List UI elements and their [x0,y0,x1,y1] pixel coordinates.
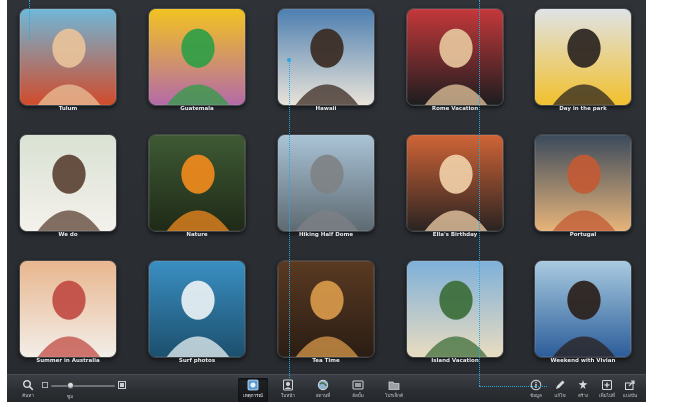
event-tile[interactable]: Hawaii [277,0,375,112]
zoom-slider-track[interactable] [51,385,115,387]
event-thumbnail[interactable] [406,134,504,232]
callout-line-events [289,60,290,378]
event-thumbnail[interactable] [19,260,117,358]
places-icon [317,379,329,391]
callout-line-search [29,0,30,40]
events-grid: Tulum Guatemala Hawaii Rome Vacation Day in … [7,0,646,372]
albums-icon [352,380,364,390]
callout-line-right [479,0,480,386]
event-title: Hiking Half Dome [298,232,354,238]
toolbar-label: เหตุการณ์ [243,394,263,399]
zoom-large-icon [118,381,126,389]
event-tile[interactable]: Guatemala [148,0,246,112]
faces-icon [283,379,293,391]
event-tile[interactable]: Nature [148,126,246,238]
callout-dot-events [287,58,291,62]
zoom-label: ซูม [67,395,74,400]
event-tile[interactable]: Portugal [534,126,632,238]
event-title: Weekend with Vivian [550,358,616,364]
event-title: Island Vacation [431,358,479,364]
event-tile[interactable]: Surf photos [148,252,246,364]
event-title: Rome Vacation [431,106,479,112]
event-title: Tea Time [312,358,340,364]
event-thumbnail[interactable] [148,8,246,106]
toolbar-share-button[interactable]: แบ่งปัน [615,378,645,402]
event-thumbnail[interactable] [277,134,375,232]
add-to-icon [602,380,612,390]
event-tile[interactable]: Summer in Australia [19,252,117,364]
event-tile[interactable]: Ella's Birthday [406,126,504,238]
toolbar-projects-button[interactable]: โปรเจ็กต์ [379,378,409,402]
toolbar-events-button[interactable]: เหตุการณ์ [238,378,268,402]
event-thumbnail[interactable] [19,8,117,106]
toolbar-label: อัลบั้ม [352,394,364,399]
event-thumbnail[interactable] [277,8,375,106]
event-tile[interactable]: Weekend with Vivian [534,252,632,364]
event-photo [278,135,374,231]
event-title: We do [58,232,78,238]
event-thumbnail[interactable] [19,134,117,232]
event-photo [20,261,116,357]
event-photo [535,261,631,357]
event-thumbnail[interactable] [534,260,632,358]
toolbar-faces-button[interactable]: ใบหน้า [273,378,303,402]
event-tile[interactable]: Tulum [19,0,117,112]
projects-icon [388,381,400,390]
event-title: Portugal [569,232,597,238]
event-title: Nature [186,232,208,238]
event-photo [535,135,631,231]
event-thumbnail[interactable] [406,260,504,358]
event-tile[interactable]: Day in the park [534,0,632,112]
event-tile[interactable]: We do [19,126,117,238]
callout-line-right-h [479,386,547,387]
event-tile[interactable]: Rome Vacation [406,0,504,112]
toolbar-label: ใบหน้า [281,394,295,399]
event-title: Tulum [58,106,78,112]
bottom-toolbar: ค้นหา ซูม เหตุการณ์ ใบหน้า สถานที่ อัลบั้มโ… [7,374,646,402]
create-icon [578,380,588,389]
event-photo [407,9,503,105]
event-thumbnail[interactable] [277,260,375,358]
share-icon [625,380,635,390]
event-tile[interactable]: Tea Time [277,252,375,364]
toolbar-label: สถานที่ [315,394,331,399]
event-photo [407,135,503,231]
event-title: Surf photos [178,358,216,364]
event-title: Day in the park [559,106,607,112]
toolbar-label: แบ่งปัน [622,394,638,399]
search-icon [23,380,34,391]
edit-icon [556,380,565,389]
toolbar-albums-button[interactable]: อัลบั้ม [343,378,373,402]
iphoto-window: Tulum Guatemala Hawaii Rome Vacation Day in … [7,0,646,402]
event-photo [535,9,631,105]
events-icon [247,379,259,391]
zoom-control: ซูม [37,375,127,402]
event-photo [149,261,245,357]
event-photo [149,9,245,105]
event-thumbnail[interactable] [534,134,632,232]
event-thumbnail[interactable] [534,8,632,106]
event-title: Hawaii [315,106,337,112]
event-tile[interactable]: Hiking Half Dome [277,126,375,238]
event-photo [20,9,116,105]
event-title: Guatemala [180,106,214,112]
event-photo [20,135,116,231]
event-thumbnail[interactable] [148,134,246,232]
info-icon [530,379,542,391]
event-thumbnail[interactable] [148,260,246,358]
event-photo [149,135,245,231]
event-title: Summer in Australia [36,358,100,364]
event-photo [278,9,374,105]
zoom-slider-knob[interactable] [66,382,74,389]
event-title: Ella's Birthday [432,232,478,238]
event-photo [407,261,503,357]
toolbar-label: โปรเจ็กต์ [385,394,403,399]
event-thumbnail[interactable] [406,8,504,106]
zoom-small-icon [42,382,48,388]
event-photo [278,261,374,357]
toolbar-places-button[interactable]: สถานที่ [308,378,338,402]
event-tile[interactable]: Island Vacation [406,252,504,364]
